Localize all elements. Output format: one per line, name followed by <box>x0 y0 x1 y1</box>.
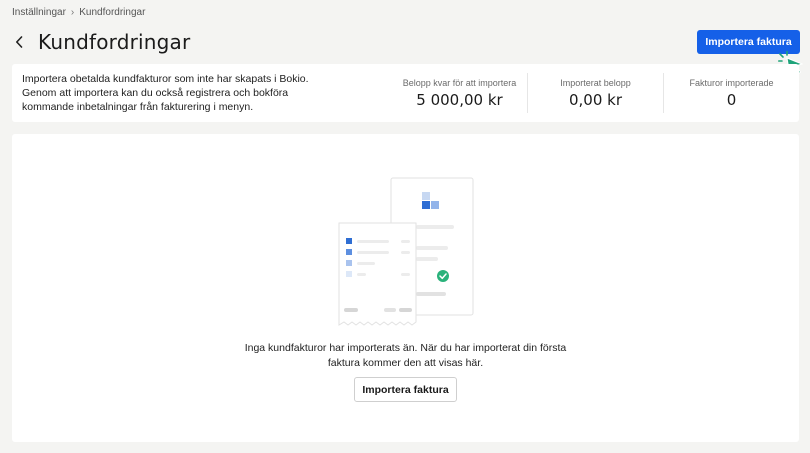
stat-label: Fakturor importerade <box>689 77 774 88</box>
empty-state-message-line: Inga kundfakturor har importerats än. Nä… <box>244 342 567 354</box>
chevron-left-icon <box>16 36 23 48</box>
breadcrumb: Inställningar › Kundfordringar <box>12 7 145 18</box>
receipt-illustration <box>338 177 474 326</box>
stat-value: 0,00 kr <box>568 90 623 109</box>
stat-invoices-imported: Fakturor importerade 0 <box>663 73 799 113</box>
empty-state-import-button[interactable]: Importera faktura <box>354 377 457 402</box>
summary-card: Importera obetalda kundfakturor som inte… <box>12 64 799 122</box>
stat-value: 5 000,00 kr <box>416 90 503 109</box>
stat-label: Belopp kvar för att importera <box>402 77 517 88</box>
summary-description-line: Genom att importera kan du också registr… <box>22 87 289 99</box>
summary-description-line: kommande inbetalningar från fakturering … <box>22 101 254 113</box>
stat-value: 0 <box>726 90 737 109</box>
empty-state-card: Inga kundfakturor har importerats än. Nä… <box>12 134 799 442</box>
summary-description-line: Importera obetalda kundfakturor som inte… <box>22 73 309 85</box>
stat-imported-amount: Importerat belopp 0,00 kr <box>527 73 663 113</box>
back-button[interactable] <box>12 35 26 49</box>
breadcrumb-parent[interactable]: Inställningar <box>12 7 66 18</box>
page-title: Kundfordringar <box>38 30 191 54</box>
summary-description: Importera obetalda kundfakturor som inte… <box>12 72 392 114</box>
breadcrumb-current: Kundfordringar <box>79 7 146 18</box>
empty-state-message-line: faktura kommer den att visas här. <box>327 357 484 369</box>
check-circle-icon <box>437 270 449 282</box>
empty-state-message: Inga kundfakturor har importerats än. Nä… <box>12 341 799 371</box>
breadcrumb-separator: › <box>70 7 75 18</box>
stat-label: Importerat belopp <box>560 77 631 88</box>
stat-remaining-amount: Belopp kvar för att importera 5 000,00 k… <box>392 73 527 113</box>
